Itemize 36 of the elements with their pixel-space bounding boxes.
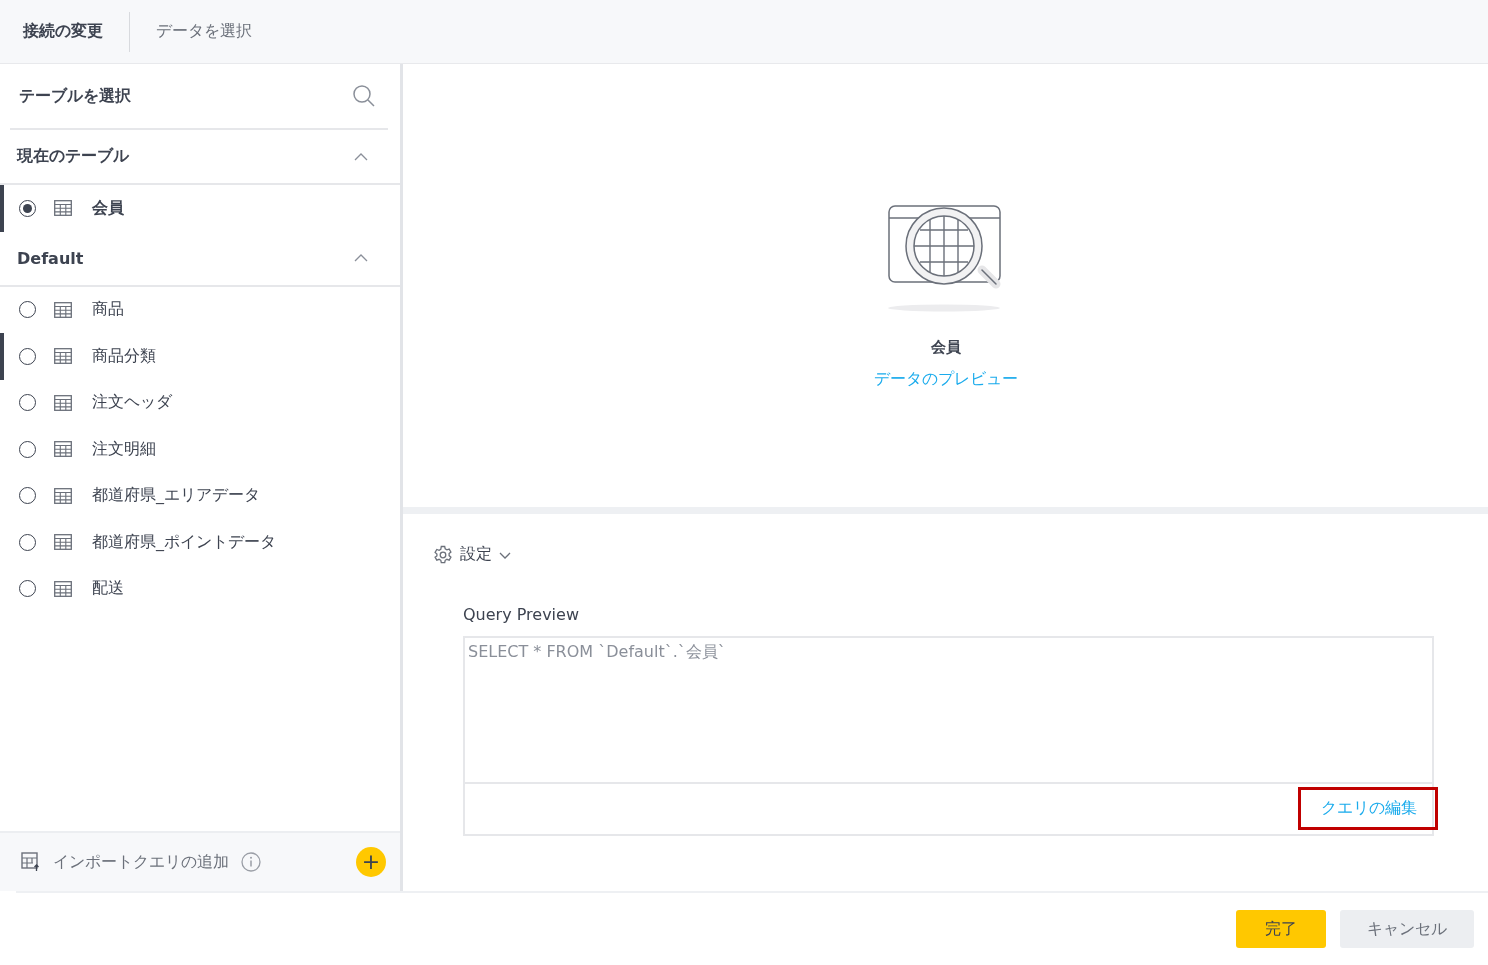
caret-icon[interactable] [354, 254, 368, 262]
table-list-item[interactable]: 都道府県_エリアデータ [0, 472, 400, 519]
cancel-button[interactable]: キャンセル [1340, 910, 1474, 948]
group-name: Default [17, 248, 84, 268]
table-icon [54, 487, 72, 504]
add-button[interactable]: + [356, 847, 386, 877]
step-tab[interactable]: データを選択 [156, 21, 252, 42]
group-header[interactable]: Default [0, 231, 400, 287]
step-tab[interactable]: 接続の変更 [23, 21, 103, 42]
table-list-item[interactable]: 配送 [0, 565, 400, 612]
table-import-icon[interactable] [21, 852, 41, 872]
table-list-item[interactable]: 都道府県_ポイントデータ [0, 519, 400, 566]
table-list-item[interactable]: 商品分類 [0, 333, 400, 380]
table-list-item[interactable]: 会員 [0, 185, 400, 232]
settings-toggle[interactable]: 設定 [433, 544, 511, 565]
table-list-item[interactable]: 注文明細 [0, 426, 400, 473]
table-icon [54, 534, 72, 551]
table-icon [54, 580, 72, 597]
table-icon [54, 301, 72, 318]
panel-title: テーブルを選択 [19, 85, 131, 107]
caret-icon[interactable] [354, 152, 368, 161]
table-icon [54, 348, 72, 365]
group-header[interactable]: 現在のテーブル [0, 130, 400, 185]
search-icon[interactable] [352, 84, 376, 108]
group-name: 現在のテーブル [17, 146, 129, 167]
table-icon [54, 394, 72, 411]
table-icon [54, 200, 72, 217]
settings-icon [433, 544, 453, 565]
table-icon [54, 441, 72, 458]
table-list-item[interactable]: 注文ヘッダ [0, 379, 400, 426]
query-preview-label: Query Preview [463, 604, 580, 624]
chevron-down-icon [499, 550, 511, 559]
done-button[interactable]: 完了 [1236, 910, 1326, 948]
table-name: 会員 [930, 338, 961, 357]
table-list-item[interactable]: 商品 [0, 286, 400, 333]
import-query-label: インポートクエリの追加 [53, 851, 229, 873]
